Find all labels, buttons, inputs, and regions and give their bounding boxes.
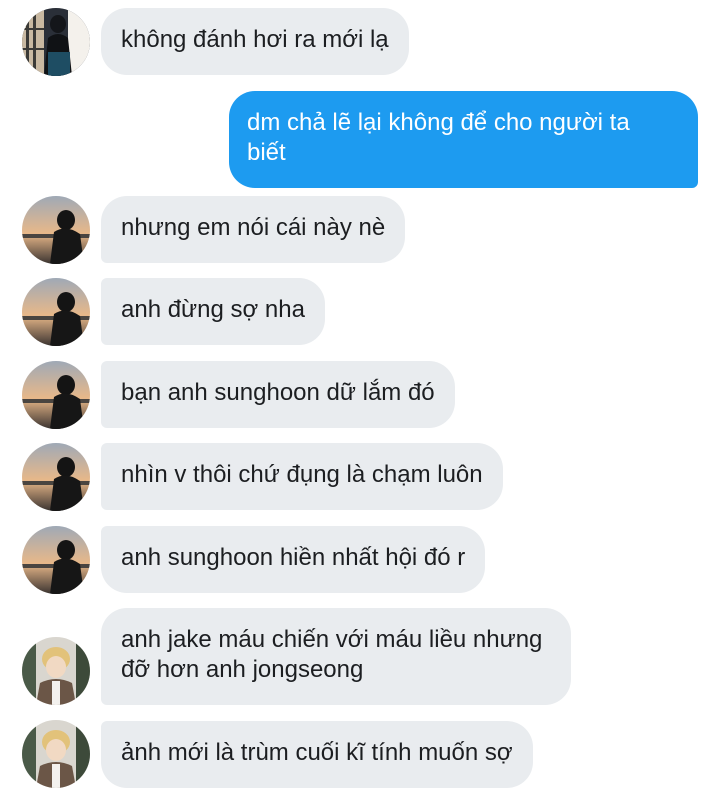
message-bubble[interactable]: không đánh hơi ra mới lạ [101,8,409,75]
message-bubble[interactable]: bạn anh sunghoon dữ lắm đó [101,361,455,428]
avatar-photo-icon [22,720,90,788]
contact-avatar[interactable] [22,526,90,594]
avatar-photo-icon [22,637,90,705]
message-bubble[interactable]: anh đừng sợ nha [101,278,325,345]
message-bubble-outgoing[interactable]: dm chả lẽ lại không để cho người ta biết [229,91,698,188]
message-bubble[interactable]: anh sunghoon hiền nhất hội đó r [101,526,486,593]
contact-avatar[interactable] [22,8,90,76]
avatar-photo-icon [22,526,90,594]
message-bubble[interactable]: ảnh mới là trùm cuối kĩ tính muốn sợ [101,721,533,788]
message-bubble[interactable]: nhìn v thôi chứ đụng là chạm luôn [101,443,503,510]
message-bubble[interactable]: anh jake máu chiến với máu liều nhưng đỡ… [101,608,571,705]
avatar-photo-icon [22,8,90,76]
contact-avatar[interactable] [22,361,90,429]
avatar-photo-icon [22,196,90,264]
avatar-photo-icon [22,278,90,346]
contact-avatar[interactable] [22,443,90,511]
contact-avatar[interactable] [22,720,90,788]
avatar-photo-icon [22,443,90,511]
contact-avatar[interactable] [22,196,90,264]
avatar-photo-icon [22,361,90,429]
message-bubble[interactable]: nhưng em nói cái này nè [101,196,406,263]
contact-avatar[interactable] [22,278,90,346]
contact-avatar[interactable] [22,637,90,705]
